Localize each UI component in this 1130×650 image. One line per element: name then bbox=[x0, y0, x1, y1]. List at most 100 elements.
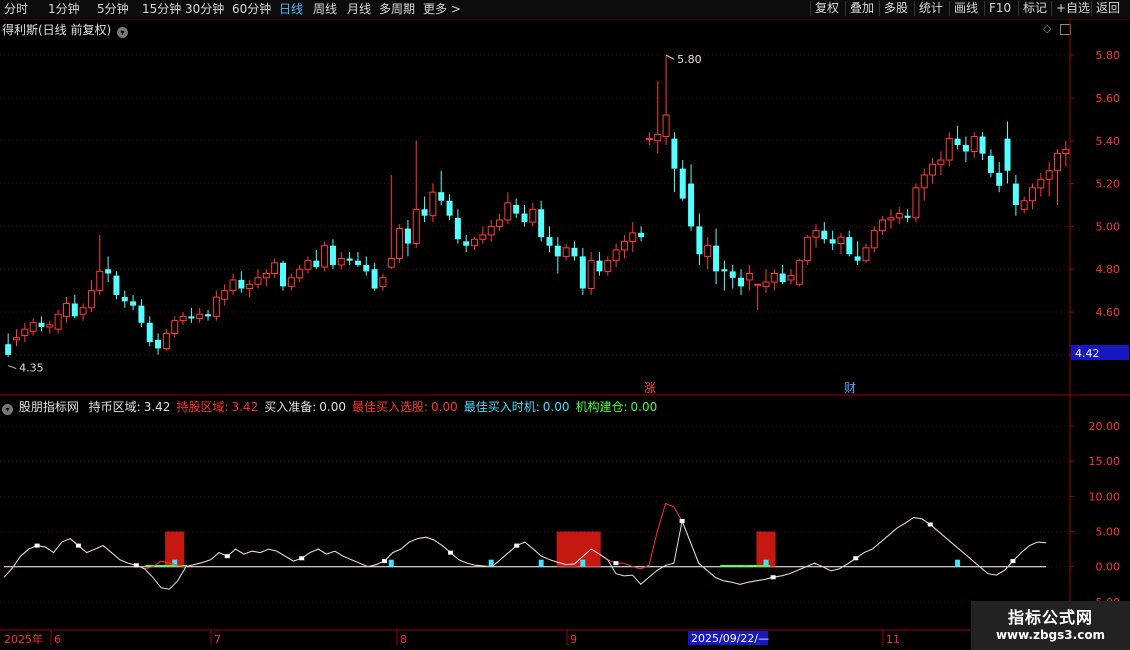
watermark-title: 指标公式网 bbox=[1007, 608, 1093, 627]
candle-body bbox=[54, 313, 62, 330]
candle-body bbox=[654, 133, 662, 142]
indicator-point-marker bbox=[299, 556, 305, 561]
candle-body bbox=[87, 290, 95, 309]
candle-body bbox=[513, 205, 520, 214]
candle-body bbox=[754, 283, 762, 286]
candle-body bbox=[1012, 183, 1019, 205]
candle-body bbox=[313, 260, 320, 268]
candle-body bbox=[205, 314, 212, 317]
candle-body bbox=[404, 228, 411, 244]
candle-body bbox=[287, 277, 295, 287]
candle-body bbox=[429, 191, 437, 217]
candle-body bbox=[421, 209, 428, 216]
indicator-tick-label: 15.00 bbox=[1089, 455, 1121, 468]
candle-body bbox=[179, 315, 187, 322]
candle-body bbox=[770, 273, 778, 283]
event-marker: 涨 bbox=[644, 380, 656, 395]
indicator-point-marker bbox=[34, 543, 40, 548]
candle-body bbox=[1045, 170, 1053, 180]
candle-body bbox=[321, 245, 329, 268]
candle-body bbox=[246, 283, 254, 290]
candle-body bbox=[162, 332, 170, 349]
indicator-bar bbox=[388, 559, 394, 567]
candle-body bbox=[1037, 178, 1045, 189]
indicator-tick-label: 5.00 bbox=[1096, 526, 1121, 539]
candle-body bbox=[296, 268, 304, 279]
candle-body bbox=[5, 344, 12, 355]
candle-body bbox=[945, 138, 953, 161]
indicator-point-marker bbox=[133, 563, 139, 568]
indicator-point-marker bbox=[679, 519, 685, 523]
indicator-point-marker bbox=[770, 575, 776, 580]
candle-body bbox=[779, 273, 786, 283]
candle-body bbox=[738, 277, 745, 287]
price-tick-label: 5.80 bbox=[1096, 49, 1121, 62]
candle-body bbox=[363, 264, 370, 272]
candle-body bbox=[62, 302, 70, 317]
candle-body bbox=[12, 337, 20, 341]
candle-body bbox=[804, 236, 812, 262]
candle-body bbox=[479, 234, 487, 240]
candle-body bbox=[538, 209, 545, 238]
candle-body bbox=[1029, 187, 1037, 202]
candle-body bbox=[821, 230, 828, 240]
candle-body bbox=[579, 256, 586, 289]
high-price-label: 5.80 bbox=[677, 53, 702, 66]
candle-body bbox=[729, 271, 736, 278]
candle-body bbox=[96, 270, 104, 292]
candle-body bbox=[138, 305, 145, 323]
price-tick-label: 5.00 bbox=[1096, 220, 1121, 233]
watermark-logo: 指标公式网 www.zbgs3.com bbox=[971, 601, 1130, 650]
candle-body bbox=[121, 297, 128, 302]
cursor-date-label: 2025/09/22/— bbox=[691, 632, 769, 645]
candle-body bbox=[155, 339, 162, 349]
candle-body bbox=[996, 172, 1003, 186]
candle-body bbox=[895, 213, 903, 219]
candle-body bbox=[221, 290, 229, 300]
indicator-bar bbox=[761, 564, 771, 567]
candle-body bbox=[612, 249, 620, 262]
candle-body bbox=[596, 260, 603, 272]
indicator-tick-label: 20.00 bbox=[1089, 420, 1121, 433]
candle-body bbox=[529, 208, 537, 223]
candle-body bbox=[1054, 153, 1062, 172]
candle-body bbox=[887, 217, 895, 221]
candle-body bbox=[171, 320, 179, 334]
candle-body bbox=[688, 183, 695, 227]
indicator-line bbox=[3, 516, 1047, 590]
candle-body bbox=[629, 232, 637, 242]
candle-body bbox=[645, 138, 653, 141]
price-tick-label: 5.40 bbox=[1096, 135, 1121, 148]
indicator-tick-label: 10.00 bbox=[1089, 490, 1121, 503]
candle-body bbox=[1062, 148, 1070, 155]
candle-body bbox=[113, 275, 120, 295]
candle-body bbox=[721, 269, 728, 272]
x-month-label: 6 bbox=[54, 633, 61, 646]
indicator-point-marker bbox=[1010, 559, 1016, 564]
candle-body bbox=[254, 277, 262, 285]
candle-body bbox=[854, 256, 861, 261]
indicator-point-marker bbox=[853, 556, 859, 561]
indicator-bar bbox=[955, 559, 961, 567]
x-month-label: 7 bbox=[214, 633, 221, 646]
candle-body bbox=[29, 322, 37, 332]
candle-body bbox=[454, 217, 461, 240]
indicator-bar bbox=[162, 564, 171, 567]
candle-body bbox=[271, 262, 279, 275]
candle-body bbox=[837, 236, 845, 245]
candle-body bbox=[188, 316, 195, 319]
candle-body bbox=[795, 260, 803, 285]
stock-chart: 5.805.605.405.205.004.804.604.404.425.80… bbox=[0, 19, 1130, 646]
candle-body bbox=[1020, 200, 1028, 210]
x-month-label: 8 bbox=[400, 633, 407, 646]
candle-body bbox=[346, 258, 353, 261]
candle-body bbox=[487, 225, 495, 236]
indicator-point-marker bbox=[75, 543, 81, 548]
candle-body bbox=[304, 260, 312, 270]
candle-body bbox=[920, 174, 928, 189]
candle-body bbox=[387, 258, 395, 268]
indicator-bar bbox=[753, 564, 762, 567]
candle-body bbox=[713, 245, 720, 272]
candle-body bbox=[79, 307, 87, 315]
price-tick-label: 4.80 bbox=[1096, 263, 1121, 276]
